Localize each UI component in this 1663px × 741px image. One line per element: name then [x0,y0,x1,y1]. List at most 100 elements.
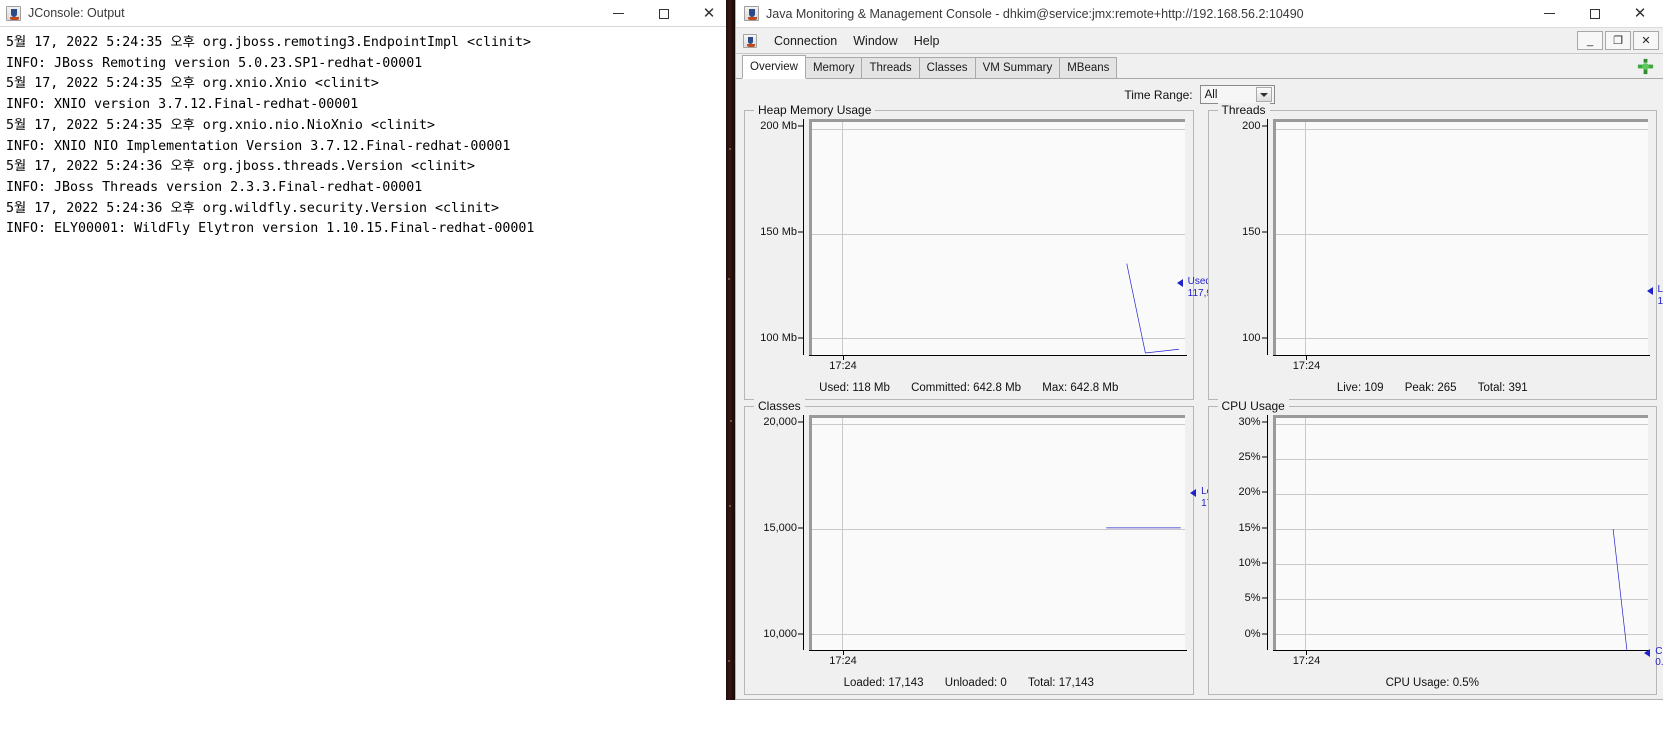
heap-x-axis: 17:24 [809,354,1187,372]
cpu-legend: CPU Usage 0.5% [1644,646,1663,669]
footer-value: 0.5% [1452,677,1479,689]
close-button[interactable]: ✕ [1617,0,1663,27]
menu-item-help[interactable]: Help [906,32,948,50]
time-range-value: All [1204,88,1218,101]
cpu-plot-area[interactable] [1272,414,1649,651]
time-range-select[interactable]: All [1199,85,1275,104]
jmc-window-title: Java Monitoring & Management Console - d… [766,6,1304,21]
legend-series-value: 109 [1657,295,1663,307]
output-window-titlebar: JConsole: Output ✕ [0,0,732,27]
footer-label: Used: [819,381,850,394]
connection-plug-icon[interactable] [1636,57,1655,76]
tab-mbeans[interactable]: MBeans [1059,57,1118,78]
legend-series-value: 0.5% [1655,657,1663,669]
cpu-usage-series [1276,418,1649,651]
footer-value: 265 [1437,381,1457,394]
output-window-title: JConsole: Output [28,6,125,20]
log-line: INFO: XNIO version 3.7.12.Final-redhat-0… [6,97,359,113]
inner-close-button[interactable]: ✕ [1633,31,1659,50]
footer-label: Max: [1042,381,1068,394]
jconsole-output-window: JConsole: Output ✕ 5월 17, 2022 5:24:35 오… [0,0,733,700]
java-monitoring-console-window: Java Monitoring & Management Console - d… [735,0,1663,700]
inner-restore-button[interactable]: ❐ [1605,31,1631,50]
footer-label: CPU Usage: [1385,677,1450,689]
cpu-footer-stats: CPU Usage: 0.5% [1215,677,1651,689]
footer-label: Total: [1477,381,1506,394]
y-tick-label: 100 Mb [760,332,797,344]
chart-title-classes: Classes [754,398,805,413]
classes-x-axis: 17:24 [809,650,1187,667]
threads-footer-stats: Live: 109 Peak: 265 Total: 391 [1215,382,1651,394]
maximize-icon [658,8,669,19]
chart-title-heap: Heap Memory Usage [754,103,876,117]
threads-legend: Live threads 109 [1646,284,1663,307]
y-tick-label: 10,000 [763,627,797,640]
close-icon: ✕ [1633,5,1647,22]
footer-value: 109 [1364,381,1384,394]
footer-value: 391 [1508,381,1528,394]
footer-label: Committed: [911,381,970,394]
inner-minimize-button[interactable]: _ [1577,31,1603,50]
tab-vm-summary[interactable]: VM Summary [974,57,1061,78]
chart-panel-classes: Classes 20,000 15,000 10,000 17:24 Loade… [744,398,1235,695]
footer-value: 642.8 Mb [973,381,1022,394]
y-tick-label: 10% [1238,556,1261,569]
footer-value: 642.8 Mb [1070,381,1119,394]
footer-label: Live: [1336,381,1362,394]
legend-series-name: Live threads [1657,284,1663,296]
classes-plot-area[interactable] [809,414,1185,651]
y-tick-label: 150 [1242,226,1261,239]
console-log-area[interactable]: 5월 17, 2022 5:24:35 오후 org.jboss.remotin… [0,27,732,700]
classes-loaded-series [812,418,1185,651]
maximize-button[interactable] [1572,0,1617,27]
overview-content: Time Range: All Heap Memory Usage 200 Mb… [736,80,1663,699]
log-line: 5월 17, 2022 5:24:36 오후 org.jboss.threads… [6,159,475,175]
chevron-down-icon [1255,87,1272,102]
chart-panel-heap-memory-usage: Heap Memory Usage 200 Mb 150 Mb 100 Mb 1… [744,103,1243,400]
threads-plot-area[interactable] [1272,119,1649,355]
tab-threads[interactable]: Threads [861,57,920,78]
heap-y-axis: 200 Mb 150 Mb 100 Mb [751,119,807,355]
classes-footer-stats: Loaded: 17,143 Unloaded: 0 Total: 17,143 [751,677,1187,689]
x-tick-label: 17:24 [829,359,857,372]
log-line: 5월 17, 2022 5:24:35 오후 org.jboss.remotin… [6,35,532,50]
chart-panel-cpu-usage: CPU Usage 30% 25% 20% 15% 10% 5% 0% 17:2… [1207,398,1663,695]
jmc-titlebar: Java Monitoring & Management Console - d… [736,0,1663,28]
y-tick-label: 100 [1242,332,1261,344]
footer-label: Loaded: [843,677,886,689]
log-line: INFO: JBoss Threads version 2.3.3.Final-… [6,179,423,195]
y-tick-label: 15,000 [763,521,797,534]
maximize-icon [1589,8,1600,19]
minimize-button[interactable] [1527,0,1572,27]
chart-title-threads: Threads [1217,103,1270,117]
threads-x-axis: 17:24 [1272,354,1650,372]
minimize-button[interactable] [596,0,641,27]
tabbar: Overview Memory Threads Classes VM Summa… [736,54,1663,79]
footer-value: 17,143 [1058,677,1094,689]
menu-item-connection[interactable]: Connection [766,32,845,50]
tab-memory[interactable]: Memory [804,57,863,78]
chart-panel-threads: Threads 200 150 100 17:24 L 1 Live: 109 … [1207,103,1663,400]
tab-classes[interactable]: Classes [918,57,976,78]
heap-footer-stats: Used: 118 Mb Committed: 642.8 Mb Max: 64… [751,382,1187,394]
footer-value: 0 [1000,677,1007,689]
tab-overview[interactable]: Overview [742,55,806,79]
y-tick-label: 20,000 [763,415,797,428]
cpu-x-axis: 17:24 [1272,650,1650,667]
log-line: INFO: XNIO NIO Implementation Version 3.… [6,138,511,154]
inner-window-controls: _ ❐ ✕ [1577,31,1659,50]
jmc-menubar: Connection Window Help _ ❐ ✕ [736,28,1663,54]
y-tick-label: 25% [1238,450,1261,463]
window-gap-strip [726,0,735,700]
y-tick-label: 150 Mb [760,226,797,239]
menu-item-window[interactable]: Window [845,32,905,50]
log-line: 5월 17, 2022 5:24:35 오후 org.xnio.nio.NioX… [6,117,435,133]
heap-plot-area[interactable] [809,119,1185,355]
time-range-label: Time Range: [1124,87,1193,102]
maximize-button[interactable] [641,0,686,27]
threads-live-series [1276,122,1649,355]
cpu-y-axis: 30% 25% 20% 15% 10% 5% 0% [1215,414,1271,650]
heap-used-series [812,122,1185,355]
threads-y-axis: 200 150 100 [1215,119,1271,355]
java-app-icon [6,5,21,21]
